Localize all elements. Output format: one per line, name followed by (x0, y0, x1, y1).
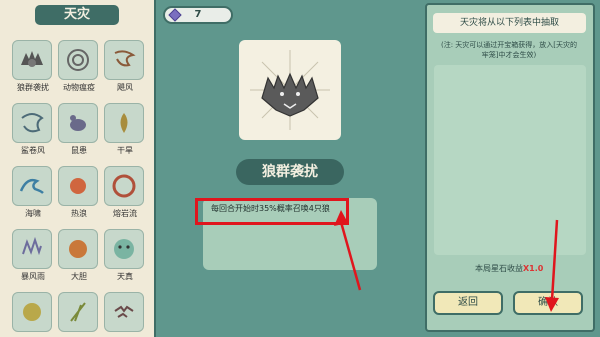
highlight-box (195, 198, 349, 225)
disaster-list-panel: 天灾 狼群袭扰 动物瘟疫 飓风 鲨卷风 鼠患 干旱 海啸 热浪 熔岩流 暴风雨 … (0, 0, 156, 337)
disaster-label: 鲨卷风 (21, 146, 45, 155)
disaster-sun-orb[interactable] (12, 292, 52, 332)
animal-plague-icon (67, 49, 89, 71)
draw-pool-panel: 天灾将从以下列表中抽取 (注: 天灾可以通过开宝箱获得，放入[天灾的牢笼]中才会… (425, 3, 595, 332)
disaster-shark-tornado[interactable] (12, 103, 52, 143)
disaster-bold[interactable] (58, 229, 98, 269)
naive-face-icon (114, 239, 134, 259)
disaster-bamboo[interactable] (58, 292, 98, 332)
rat-plague-icon (70, 115, 86, 131)
disaster-bird-flock[interactable] (104, 292, 144, 332)
drought-icon (120, 113, 128, 133)
hurricane-icon (114, 50, 136, 67)
disaster-lava-flow[interactable] (104, 166, 144, 206)
earnings-multiplier: X1.0 (523, 264, 544, 273)
disaster-hurricane[interactable] (104, 40, 144, 80)
draw-pool-list (434, 65, 586, 255)
star-earnings: 本局星石收益X1.0 (475, 263, 543, 274)
confirm-button[interactable]: 确认 (513, 291, 583, 315)
disaster-storm[interactable] (12, 229, 52, 269)
bird-flock-icon (114, 305, 134, 318)
gem-count: 7 (194, 9, 202, 20)
wolf-pack-icon (21, 51, 43, 67)
disaster-drought[interactable] (104, 103, 144, 143)
disaster-rat-plague[interactable] (58, 103, 98, 143)
disaster-label: 狼群袭扰 (17, 83, 49, 92)
disaster-tsunami[interactable] (12, 166, 52, 206)
draw-pool-note: (注: 天灾可以通过开宝箱获得，放入[天灾的牢笼]中才会生效) (440, 41, 578, 59)
disaster-heat-wave[interactable] (58, 166, 98, 206)
disaster-name: 狼群袭扰 (236, 159, 344, 185)
disaster-label: 飓风 (117, 83, 133, 92)
disaster-label: 鼠患 (71, 146, 87, 155)
disaster-label: 海啸 (25, 209, 41, 218)
back-button[interactable]: 返回 (433, 291, 503, 315)
disaster-label: 大胆 (71, 272, 87, 281)
three-headed-wolf-icon (250, 50, 330, 130)
panel-title: 天灾 (35, 5, 119, 25)
bamboo-icon (70, 302, 86, 322)
storm-icon (22, 236, 42, 256)
gem-counter: 7 (163, 6, 233, 24)
disaster-label: 热浪 (71, 209, 87, 218)
earnings-label: 本局星石收益 (475, 264, 523, 273)
bold-creature-icon (69, 240, 87, 258)
disaster-label: 干旱 (117, 146, 133, 155)
heat-wave-icon (70, 178, 86, 194)
disaster-wolf-pack[interactable] (12, 40, 52, 80)
disaster-naive[interactable] (104, 229, 144, 269)
disaster-label: 天真 (117, 272, 133, 281)
shark-tornado-icon (21, 113, 44, 133)
sun-orb-icon (23, 303, 41, 321)
disaster-label: 熔岩流 (113, 209, 137, 218)
draw-pool-title: 天灾将从以下列表中抽取 (433, 13, 586, 33)
disaster-animal-plague[interactable] (58, 40, 98, 80)
lava-flow-icon (112, 174, 136, 198)
disaster-label: 动物瘟疫 (63, 83, 95, 92)
selected-disaster-card (239, 40, 341, 140)
disaster-label: 暴风雨 (21, 272, 45, 281)
tsunami-icon (19, 178, 44, 194)
